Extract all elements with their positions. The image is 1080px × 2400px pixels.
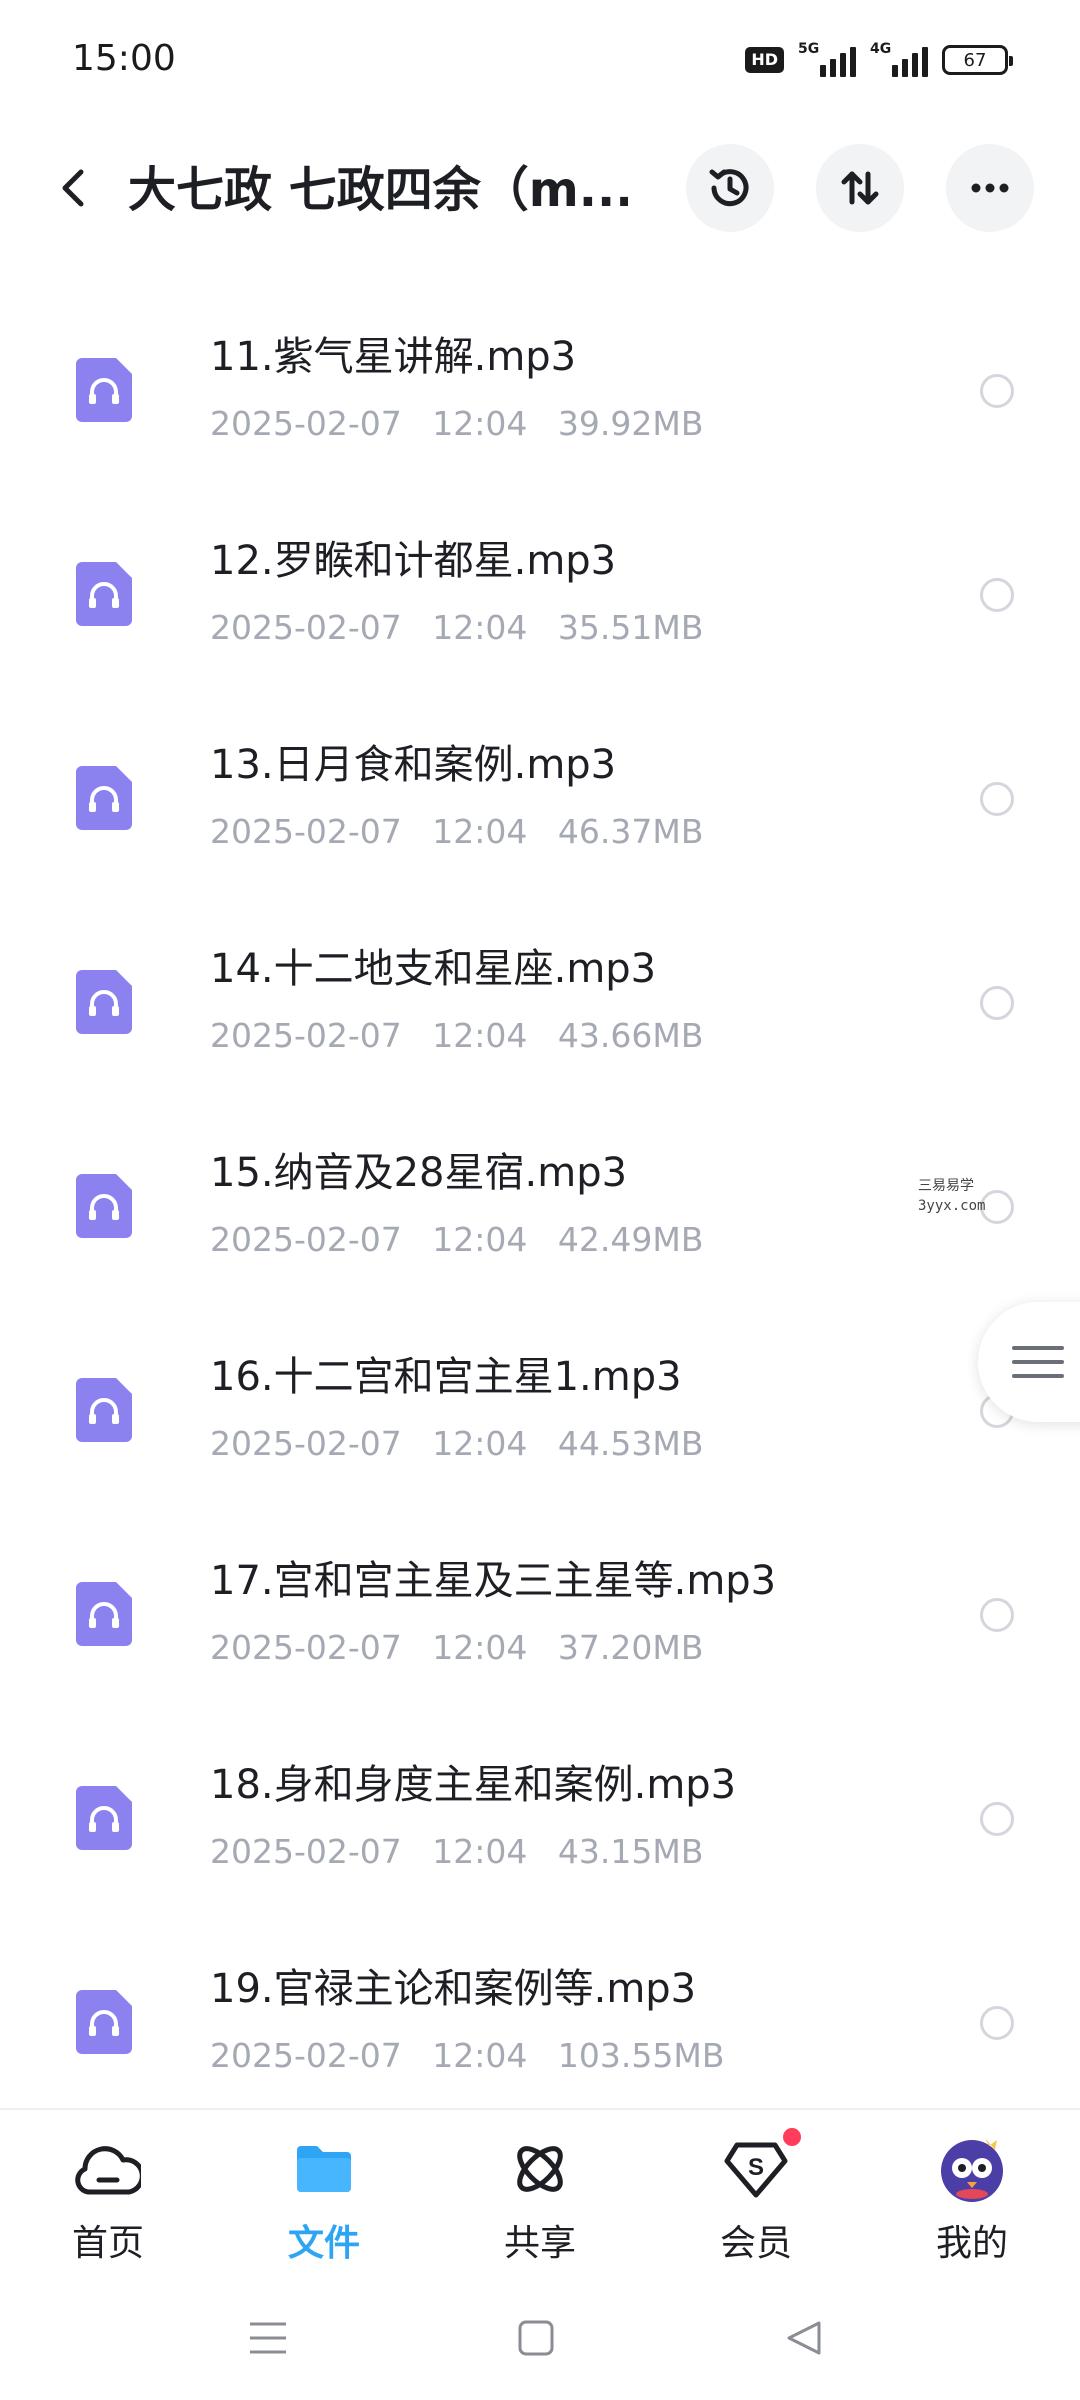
- nav-share[interactable]: 共享: [465, 2134, 615, 2274]
- header-bar: 大七政 七政四余（m...: [0, 130, 1080, 250]
- cloud-home-icon: [73, 2134, 143, 2204]
- file-meta: 2025-02-07 12:04 43.15MB: [210, 1832, 704, 1871]
- select-radio[interactable]: [980, 2006, 1014, 2040]
- system-back-button[interactable]: [774, 2308, 834, 2368]
- file-row[interactable]: 18.身和身度主星和案例.mp3 2025-02-07 12:04 43.15M…: [0, 1718, 1080, 1922]
- nav-label: 共享: [503, 2223, 576, 2264]
- file-name: 13.日月食和案例.mp3: [210, 742, 617, 788]
- vip-diamond-icon: S: [721, 2128, 801, 2204]
- file-row[interactable]: 17.宫和宫主星及三主星等.mp3 2025-02-07 12:04 37.20…: [0, 1514, 1080, 1718]
- nav-label: 会员: [719, 2223, 792, 2264]
- back-arrow-icon: [62, 169, 84, 207]
- history-icon: [709, 169, 749, 207]
- folder-icon: [289, 2134, 359, 2204]
- nav-label: 我的: [935, 2223, 1008, 2264]
- page-title: 大七政 七政四余（m...: [128, 162, 628, 218]
- avatar-icon: [937, 2134, 1007, 2204]
- file-row[interactable]: 16.十二宫和宫主星1.mp3 2025-02-07 12:04 44.53MB: [0, 1310, 1080, 1514]
- file-row[interactable]: 13.日月食和案例.mp3 2025-02-07 12:04 46.37MB: [0, 698, 1080, 902]
- select-radio[interactable]: [980, 782, 1014, 816]
- signal-5g-icon: 5G: [798, 41, 856, 77]
- share-orbit-icon: [505, 2134, 575, 2204]
- audio-file-icon: [76, 358, 132, 422]
- select-radio[interactable]: [980, 1598, 1014, 1632]
- svg-text:S: S: [748, 2154, 764, 2181]
- audio-file-icon: [76, 1990, 132, 2054]
- file-meta: 2025-02-07 12:04 46.37MB: [210, 812, 704, 851]
- file-meta: 2025-02-07 12:04 103.55MB: [210, 2036, 725, 2075]
- status-icons: HD 5G 4G 67: [745, 40, 1013, 80]
- more-button[interactable]: [946, 144, 1034, 232]
- nav-files[interactable]: 文件: [249, 2134, 399, 2274]
- file-meta: 2025-02-07 12:04 39.92MB: [210, 404, 704, 443]
- signal-4g-icon: 4G: [870, 41, 928, 77]
- select-radio[interactable]: [980, 374, 1014, 408]
- file-meta: 2025-02-07 12:04 35.51MB: [210, 608, 704, 647]
- file-name: 15.纳音及28星宿.mp3: [210, 1150, 628, 1196]
- back-triangle-icon: [787, 2321, 821, 2355]
- home-button[interactable]: [506, 2308, 566, 2368]
- file-name: 16.十二宫和宫主星1.mp3: [210, 1354, 682, 1400]
- file-name: 14.十二地支和星座.mp3: [210, 946, 657, 992]
- nav-vip[interactable]: S 会员: [681, 2128, 831, 2274]
- file-row[interactable]: 11.紫气星讲解.mp3 2025-02-07 12:04 39.92MB: [0, 290, 1080, 494]
- audio-file-icon: [76, 1786, 132, 1850]
- file-name: 18.身和身度主星和案例.mp3: [210, 1762, 737, 1808]
- nav-home[interactable]: 首页: [33, 2134, 183, 2274]
- audio-file-icon: [76, 1174, 132, 1238]
- audio-file-icon: [76, 1582, 132, 1646]
- status-time: 15:00: [72, 38, 176, 79]
- file-name: 12.罗睺和计都星.mp3: [210, 538, 617, 584]
- more-icon: [971, 183, 1009, 193]
- back-button[interactable]: [40, 156, 104, 220]
- select-radio[interactable]: [980, 1802, 1014, 1836]
- sort-button[interactable]: [816, 144, 904, 232]
- audio-file-icon: [76, 562, 132, 626]
- bottom-nav: 首页 文件 共享 S 会员 我的: [0, 2108, 1080, 2278]
- nav-label: 文件: [287, 2223, 360, 2264]
- file-meta: 2025-02-07 12:04 44.53MB: [210, 1424, 704, 1463]
- watermark: 三易易学 3yyx.com: [918, 1178, 986, 1214]
- home-square-icon: [518, 2320, 554, 2356]
- menu-icon: [1012, 1346, 1064, 1378]
- file-name: 17.宫和宫主星及三主星等.mp3: [210, 1558, 777, 1604]
- audio-file-icon: [76, 766, 132, 830]
- sort-icon: [841, 171, 879, 205]
- file-meta: 2025-02-07 12:04 37.20MB: [210, 1628, 704, 1667]
- notification-dot: [783, 2128, 801, 2146]
- battery-icon: 67: [942, 45, 1013, 75]
- select-radio[interactable]: [980, 986, 1014, 1020]
- select-radio[interactable]: [980, 578, 1014, 612]
- recent-apps-button[interactable]: [238, 2308, 298, 2368]
- file-meta: 2025-02-07 12:04 43.66MB: [210, 1016, 704, 1055]
- file-row[interactable]: 12.罗睺和计都星.mp3 2025-02-07 12:04 35.51MB: [0, 494, 1080, 698]
- hd-icon: HD: [745, 47, 784, 73]
- system-nav-bar: [0, 2278, 1080, 2400]
- file-row[interactable]: 19.官禄主论和案例等.mp3 2025-02-07 12:04 103.55M…: [0, 1922, 1080, 2108]
- nav-profile[interactable]: 我的: [897, 2134, 1047, 2274]
- file-name: 19.官禄主论和案例等.mp3: [210, 1966, 697, 2012]
- audio-file-icon: [76, 1378, 132, 1442]
- recent-apps-icon: [250, 2322, 286, 2354]
- history-button[interactable]: [686, 144, 774, 232]
- file-meta: 2025-02-07 12:04 42.49MB: [210, 1220, 704, 1259]
- status-bar: 15:00 HD 5G 4G 67: [0, 0, 1080, 120]
- file-row[interactable]: 14.十二地支和星座.mp3 2025-02-07 12:04 43.66MB: [0, 902, 1080, 1106]
- nav-label: 首页: [71, 2223, 144, 2264]
- file-name: 11.紫气星讲解.mp3: [210, 334, 577, 380]
- audio-file-icon: [76, 970, 132, 1034]
